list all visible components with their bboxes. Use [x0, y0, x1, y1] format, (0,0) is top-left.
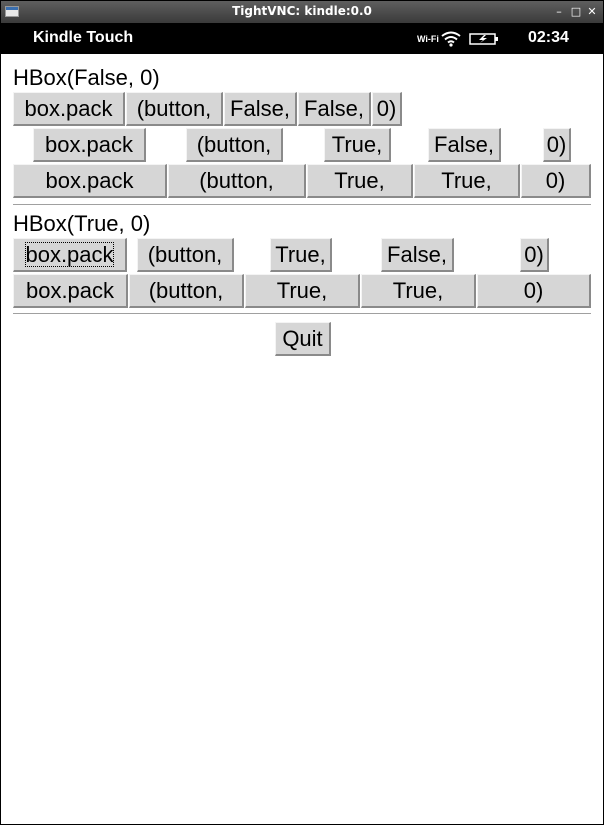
wifi-label: Wi-Fi	[417, 34, 439, 44]
row1-fill-button[interactable]: False,	[298, 92, 371, 126]
row4-padding-button[interactable]: 0)	[520, 238, 549, 272]
row5-button-arg-button[interactable]: (button,	[129, 274, 244, 308]
row1-button-arg-button[interactable]: (button,	[126, 92, 223, 126]
row5-pack-button[interactable]: box.pack	[13, 274, 128, 308]
row4-pack-button[interactable]: box.pack	[13, 238, 127, 272]
close-button[interactable]: ✕	[584, 3, 600, 21]
hbox-false-row-3: box.pack (button, True, True, 0)	[13, 164, 591, 198]
vnc-window: TightVNC: kindle:0.0 – □ ✕ Kindle Touch …	[0, 0, 604, 825]
row3-button-arg-button[interactable]: (button,	[168, 164, 306, 198]
maximize-button[interactable]: □	[568, 3, 584, 21]
row2-expand-button[interactable]: True,	[324, 128, 391, 162]
hbox-false-label: HBox(False, 0)	[13, 65, 160, 90]
hbox-true-row-2: box.pack (button, True, True, 0)	[13, 274, 591, 308]
hbox-true-row-1: box.pack (button, True, False, 0)	[13, 238, 591, 272]
row4-fill-button[interactable]: False,	[381, 238, 454, 272]
title-bar[interactable]: TightVNC: kindle:0.0 – □ ✕	[1, 1, 603, 23]
separator	[13, 204, 591, 206]
clock: 02:34	[528, 29, 569, 46]
kindle-status-bar: Kindle Touch Wi-Fi 02:34	[1, 23, 603, 54]
hbox-false-row-1: box.pack (button, False, False, 0)	[13, 92, 591, 126]
row2-fill-button[interactable]: False,	[428, 128, 501, 162]
row3-padding-button[interactable]: 0)	[521, 164, 591, 198]
row1-pack-button[interactable]: box.pack	[13, 92, 125, 126]
window-title: TightVNC: kindle:0.0	[232, 4, 372, 18]
minimize-button[interactable]: –	[551, 3, 567, 21]
quit-button[interactable]: Quit	[275, 322, 331, 356]
row1-padding-button[interactable]: 0)	[372, 92, 402, 126]
row3-pack-button[interactable]: box.pack	[13, 164, 167, 198]
row3-expand-button[interactable]: True,	[307, 164, 413, 198]
row4-button-arg-button[interactable]: (button,	[137, 238, 234, 272]
row2-button-arg-button[interactable]: (button,	[186, 128, 283, 162]
row2-padding-button[interactable]: 0)	[543, 128, 571, 162]
row2-pack-button[interactable]: box.pack	[33, 128, 146, 162]
row5-fill-button[interactable]: True,	[361, 274, 476, 308]
separator	[13, 313, 591, 315]
row3-fill-button[interactable]: True,	[414, 164, 520, 198]
wifi-icon	[441, 31, 461, 47]
hbox-true-label: HBox(True, 0)	[13, 211, 151, 236]
hbox-false-row-2: box.pack (button, True, False, 0)	[13, 128, 591, 162]
row5-padding-button[interactable]: 0)	[477, 274, 591, 308]
battery-icon	[469, 33, 498, 45]
app-name: Kindle Touch	[33, 29, 134, 46]
row4-expand-button[interactable]: True,	[270, 238, 332, 272]
row5-expand-button[interactable]: True,	[245, 274, 360, 308]
row1-expand-button[interactable]: False,	[224, 92, 297, 126]
